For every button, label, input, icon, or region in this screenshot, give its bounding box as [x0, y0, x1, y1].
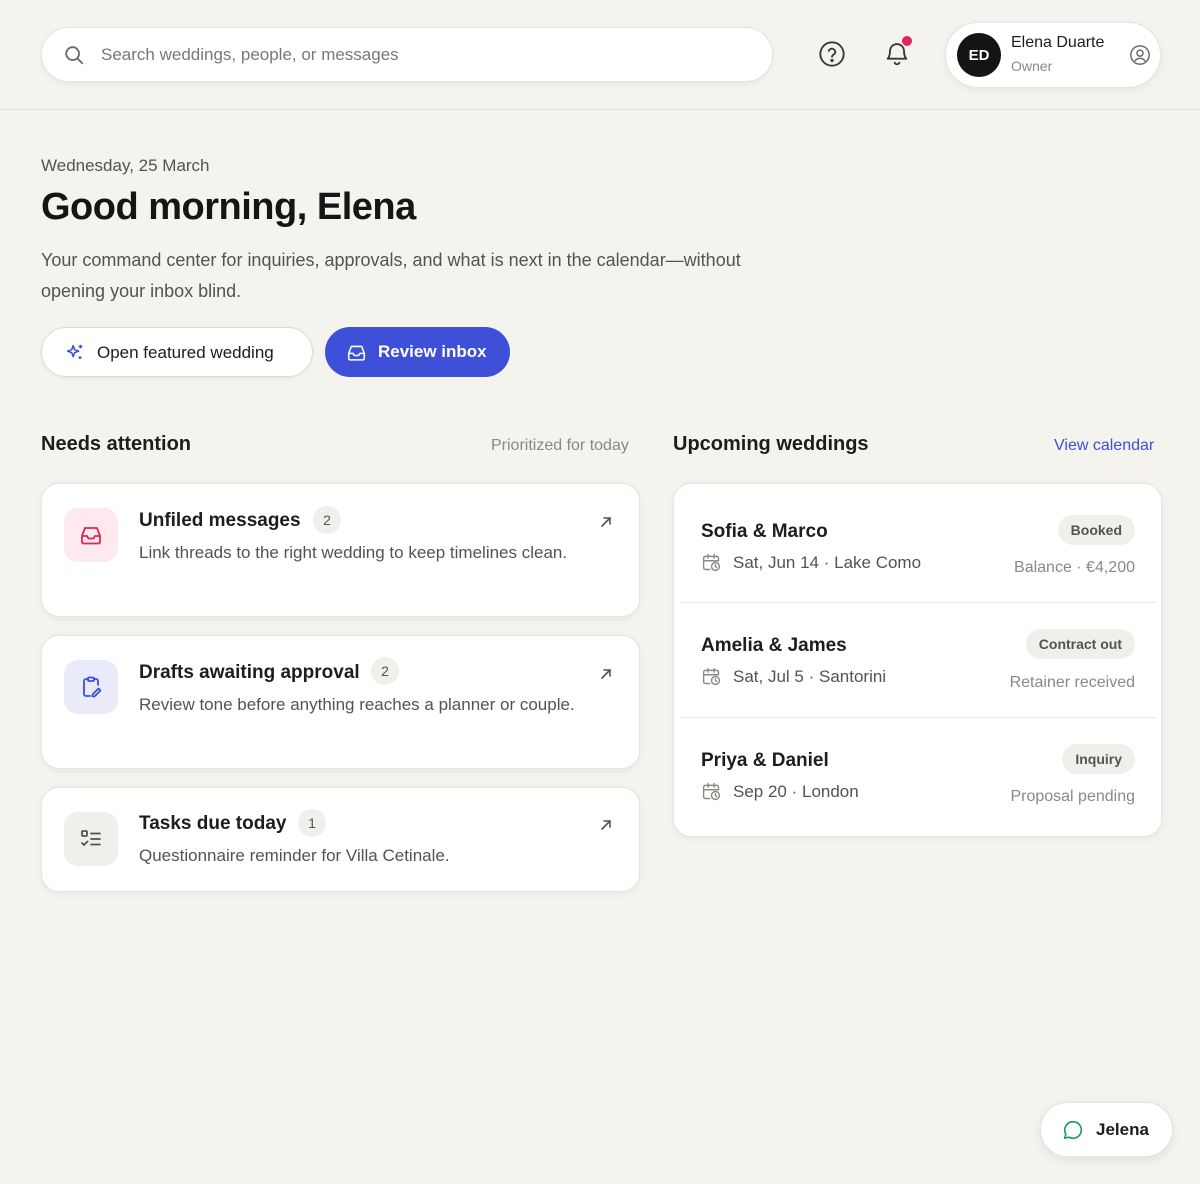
status-badge: Inquiry [1062, 744, 1135, 774]
attention-count: 1 [298, 809, 326, 837]
search-bar[interactable] [41, 27, 773, 82]
calendar-clock-icon [701, 666, 722, 687]
search-icon [63, 44, 85, 66]
wedding-note: Balance · €4,200 [1014, 559, 1135, 576]
checklist-icon [79, 828, 103, 850]
user-name: Elena Duarte [1011, 34, 1105, 51]
attention-icon-box [64, 812, 118, 866]
page-description: Your command center for inquiries, appro… [41, 250, 741, 301]
wedding-couple: Priya & Daniel [701, 750, 829, 771]
wedding-when: Sat, Jun 14 · Lake Como [733, 552, 922, 572]
attention-title: Drafts awaiting approval [139, 662, 360, 683]
current-date: Wednesday, 25 March [41, 156, 210, 175]
wedding-row[interactable]: Amelia & James Sat, Jul 5 · Santorini Co… [680, 603, 1156, 718]
wedding-when: Sep 20 · London [733, 781, 859, 801]
attention-card-unfiled-messages[interactable]: Unfiled messages 2 Link threads to the r… [41, 483, 640, 617]
wedding-date-location: Sat, Jun 14 · Lake Como [701, 552, 921, 573]
clipboard-edit-icon [79, 675, 103, 699]
wedding-date-location: Sat, Jul 5 · Santorini [701, 666, 886, 687]
calendar-clock-icon [701, 781, 722, 802]
attention-title: Unfiled messages [139, 510, 301, 531]
attention-description: Review tone before anything reaches a pl… [139, 695, 575, 714]
wedding-row[interactable]: Sofia & Marco Sat, Jun 14 · Lake Como Bo… [680, 484, 1156, 603]
review-inbox-button[interactable]: Review inbox [325, 327, 510, 377]
arrow-up-right-icon [598, 817, 614, 833]
upcoming-weddings-list: Sofia & Marco Sat, Jun 14 · Lake Como Bo… [673, 483, 1162, 837]
wedding-note: Proposal pending [1010, 788, 1135, 805]
user-role: Owner [1011, 58, 1053, 74]
notifications-button[interactable] [877, 34, 917, 74]
review-inbox-label: Review inbox [378, 342, 487, 361]
calendar-clock-icon [701, 552, 722, 573]
attention-card-tasks-due-today[interactable]: Tasks due today 1 Questionnaire reminder… [41, 787, 640, 892]
search-input[interactable] [101, 28, 761, 81]
open-featured-wedding-label: Open featured wedding [97, 343, 274, 362]
avatar: ED [957, 33, 1001, 77]
inbox-icon [346, 343, 367, 362]
attention-description: Link threads to the right wedding to kee… [139, 543, 568, 562]
chat-button[interactable]: Jelena [1040, 1102, 1173, 1157]
attention-card-drafts-awaiting-approval[interactable]: Drafts awaiting approval 2 Review tone b… [41, 635, 640, 769]
sparkles-icon [64, 342, 86, 364]
view-calendar-link[interactable]: View calendar [1054, 437, 1154, 455]
inbox-icon [79, 524, 103, 546]
arrow-up-right-icon [598, 514, 614, 530]
attention-count: 2 [371, 657, 399, 685]
wedding-note: Retainer received [1009, 674, 1135, 691]
wedding-row[interactable]: Priya & Daniel Sep 20 · London Inquiry P… [680, 718, 1156, 836]
notification-dot [902, 36, 912, 46]
arrow-up-right-icon [598, 666, 614, 682]
attention-description: Questionnaire reminder for Villa Cetinal… [139, 846, 450, 865]
attention-count: 2 [313, 506, 341, 534]
page-title: Good morning, Elena [41, 186, 416, 228]
needs-attention-meta: Prioritized for today [491, 437, 629, 454]
attention-icon-box [64, 660, 118, 714]
user-circle-icon [1129, 44, 1151, 66]
user-menu[interactable]: ED Elena Duarte Owner [945, 22, 1161, 88]
help-circle-icon [818, 40, 846, 68]
attention-icon-box [64, 508, 118, 562]
chat-bubble-icon [1062, 1119, 1084, 1141]
wedding-couple: Amelia & James [701, 635, 847, 656]
status-badge: Booked [1057, 515, 1135, 545]
chat-label: Jelena [1096, 1120, 1149, 1139]
status-badge: Contract out [1025, 629, 1135, 659]
upcoming-weddings-title: Upcoming weddings [673, 433, 869, 455]
attention-title: Tasks due today [139, 813, 287, 834]
help-button[interactable] [812, 34, 852, 74]
wedding-when: Sat, Jul 5 · Santorini [733, 666, 887, 686]
open-featured-wedding-button[interactable]: Open featured wedding [41, 327, 313, 377]
wedding-couple: Sofia & Marco [701, 521, 828, 542]
top-bar: ED Elena Duarte Owner [0, 0, 1200, 110]
needs-attention-title: Needs attention [41, 433, 192, 455]
wedding-date-location: Sep 20 · London [701, 781, 859, 802]
